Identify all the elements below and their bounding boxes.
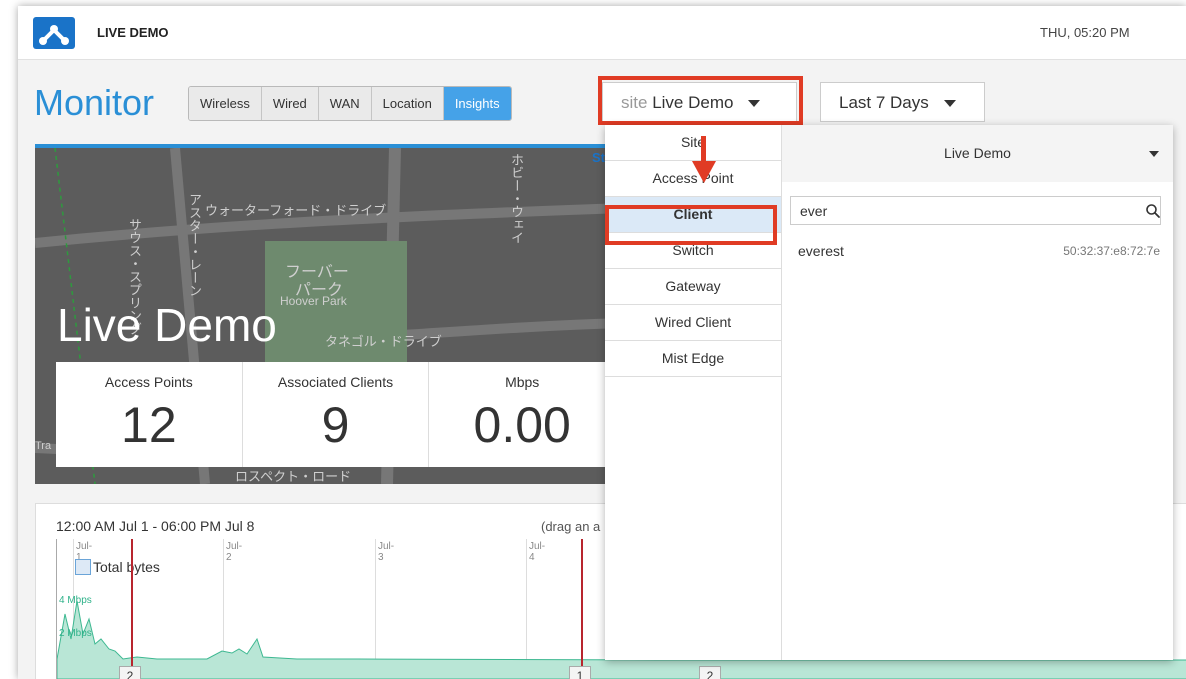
stats-panel: Access Points 12 Associated Clients 9 Mb… bbox=[56, 362, 617, 467]
highlight-box-client bbox=[605, 205, 777, 245]
timeline-range: 12:00 AM Jul 1 - 06:00 PM Jul 8 bbox=[56, 518, 255, 534]
map-label: Hoover Park bbox=[280, 294, 347, 308]
app-window: LIVE DEMO THU, 05:20 PM Monitor Wireless… bbox=[18, 6, 1186, 679]
tab-wan[interactable]: WAN bbox=[318, 87, 372, 120]
tab-wired[interactable]: Wired bbox=[261, 87, 319, 120]
monitor-tabs: Wireless Wired WAN Location Insights bbox=[188, 86, 512, 121]
result-mac: 50:32:37:e8:72:7e bbox=[1063, 244, 1160, 258]
stat-label: Associated Clients bbox=[277, 374, 394, 390]
search-result-item[interactable]: everest 50:32:37:e8:72:7e bbox=[798, 243, 1160, 259]
highlight-box-site-selector bbox=[598, 76, 803, 125]
top-bar: LIVE DEMO THU, 05:20 PM bbox=[18, 6, 1186, 60]
event-count-badge[interactable]: 1 bbox=[569, 666, 591, 679]
map-label: アスター・レーン bbox=[187, 193, 202, 297]
map-label: ウォーターフォード・ドライブ bbox=[205, 203, 387, 218]
page-title: Monitor bbox=[34, 82, 155, 123]
event-marker[interactable] bbox=[581, 539, 583, 679]
event-count-badge[interactable]: 2 bbox=[699, 666, 721, 679]
y-axis-label: 2 Mbps bbox=[59, 628, 92, 639]
date-range-value: Last 7 Days bbox=[839, 93, 929, 112]
event-count-badge[interactable]: 2 bbox=[119, 666, 141, 679]
site-title: Live Demo bbox=[57, 299, 277, 351]
caret-down-icon bbox=[1149, 151, 1159, 157]
stat-value: 0.00 bbox=[473, 397, 571, 453]
legend-checkbox[interactable] bbox=[75, 559, 91, 575]
category-site[interactable]: Site bbox=[605, 125, 781, 161]
stat-access-points[interactable]: Access Points 12 bbox=[56, 362, 243, 467]
search-panel: Live Demo everest 50:32:37:e8:72:7e bbox=[782, 125, 1173, 660]
map-label: ホビー・ウェイ bbox=[509, 153, 524, 244]
stat-associated-clients[interactable]: Associated Clients 9 bbox=[243, 362, 430, 467]
date-range-selector[interactable]: Last 7 Days bbox=[820, 82, 985, 122]
arrow-down-icon bbox=[701, 136, 706, 162]
stat-value: 9 bbox=[321, 397, 350, 453]
stat-label: Mbps bbox=[505, 374, 540, 390]
map-label: St bbox=[592, 150, 605, 165]
arrow-down-icon bbox=[692, 161, 716, 183]
stat-value: 12 bbox=[121, 397, 177, 453]
category-wired-client[interactable]: Wired Client bbox=[605, 305, 781, 341]
stat-mbps[interactable]: Mbps 0.00 bbox=[429, 362, 617, 467]
legend-label: Total bytes bbox=[93, 559, 160, 575]
tab-location[interactable]: Location bbox=[371, 87, 444, 120]
map-label: ロスペクト・ロード bbox=[235, 469, 352, 484]
event-marker[interactable] bbox=[131, 539, 133, 679]
category-gateway[interactable]: Gateway bbox=[605, 269, 781, 305]
timeline-hint: (drag an a bbox=[541, 519, 601, 534]
y-axis-label: 4 Mbps bbox=[59, 595, 92, 606]
map-label: Tra bbox=[35, 440, 52, 452]
map-label: タネゴル・ドライブ bbox=[325, 334, 442, 349]
category-mist-edge[interactable]: Mist Edge bbox=[605, 341, 781, 377]
client-search-input[interactable] bbox=[790, 196, 1161, 225]
site-filter-select[interactable]: Live Demo bbox=[782, 125, 1173, 182]
org-name: LIVE DEMO bbox=[97, 25, 169, 40]
stat-label: Access Points bbox=[104, 374, 193, 390]
result-name: everest bbox=[798, 243, 844, 259]
search-icon bbox=[1146, 204, 1160, 218]
clock: THU, 05:20 PM bbox=[1040, 25, 1130, 40]
tab-wireless[interactable]: Wireless bbox=[189, 87, 262, 120]
site-filter-value: Live Demo bbox=[944, 145, 1011, 161]
tab-insights[interactable]: Insights bbox=[443, 87, 511, 120]
caret-down-icon bbox=[943, 100, 956, 108]
logo-icon bbox=[33, 17, 75, 49]
